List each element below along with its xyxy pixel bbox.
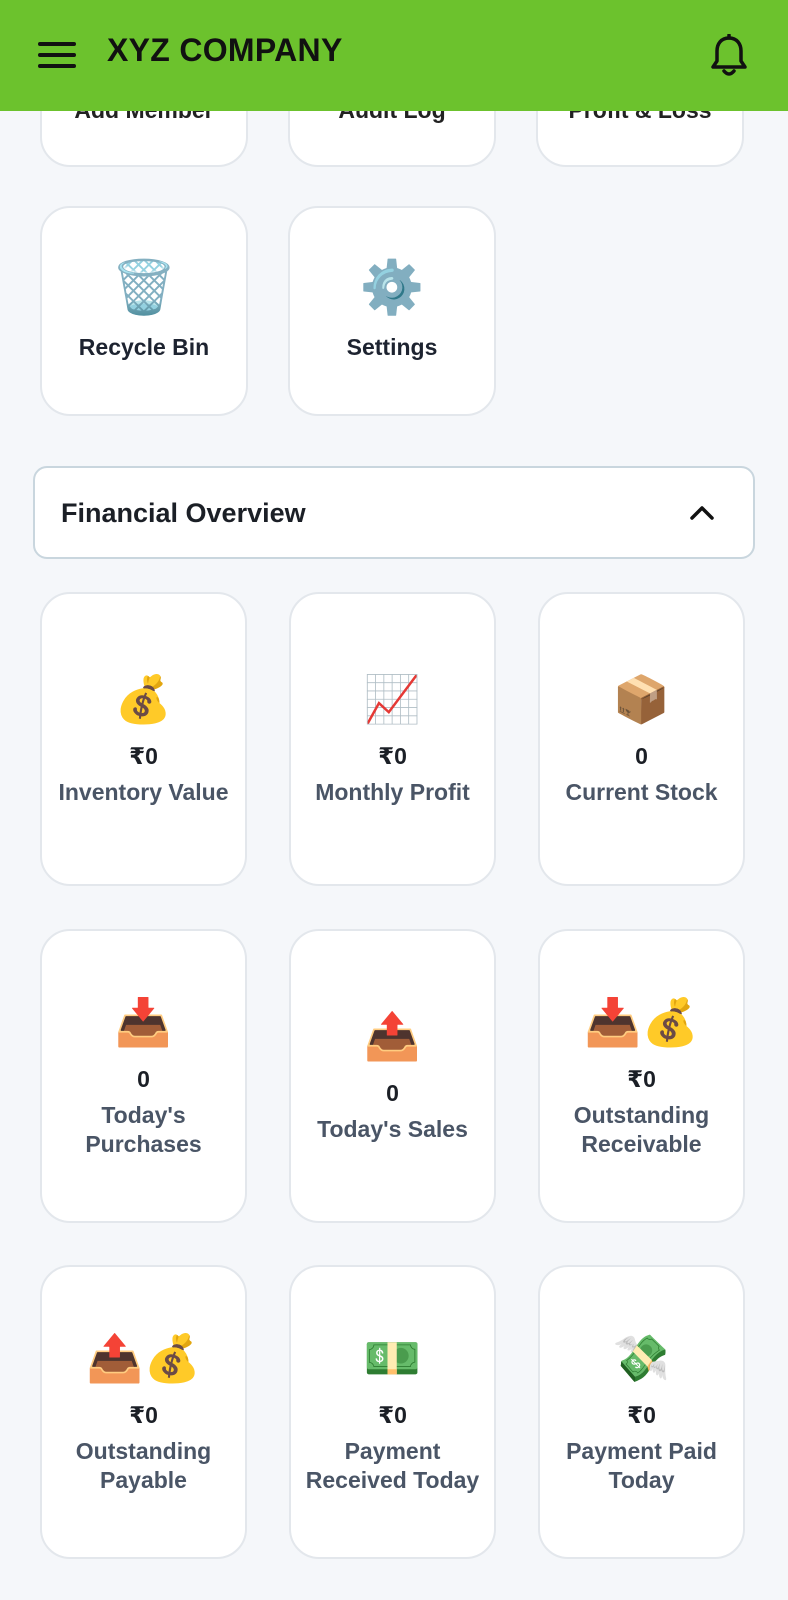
outstanding-payable-card[interactable]: 📤💰 ₹0 Outstanding Payable xyxy=(40,1265,247,1559)
outbox-money-icon: 📤💰 xyxy=(86,1331,201,1384)
stat-value: ₹0 xyxy=(378,1401,407,1428)
stat-label: Payment Received Today xyxy=(305,1437,480,1493)
stat-value: ₹0 xyxy=(627,1401,656,1428)
chart-increasing-icon: 📈 xyxy=(363,673,422,725)
inbox-tray-icon: 📥 xyxy=(114,995,173,1048)
stat-label: Monthly Profit xyxy=(315,779,470,805)
stat-label: Outstanding Receivable xyxy=(573,1101,710,1157)
stat-value: 0 xyxy=(137,1065,150,1092)
payment-paid-today-card[interactable]: 💸 ₹0 Payment Paid Today xyxy=(538,1265,745,1559)
trash-icon: 🗑️ xyxy=(111,257,177,318)
stat-value: ₹0 xyxy=(129,743,158,769)
outbox-tray-icon: 📤 xyxy=(363,1010,422,1062)
dollar-banknote-icon: 💵 xyxy=(363,1331,422,1384)
stat-value: 0 xyxy=(635,743,648,769)
stat-value: ₹0 xyxy=(378,743,407,769)
stat-label: Outstanding Payable xyxy=(75,1437,212,1493)
gear-icon: ⚙️ xyxy=(359,257,425,318)
stat-label: Today's Purchases xyxy=(85,1101,202,1157)
chevron-up-icon[interactable] xyxy=(687,498,717,528)
payment-received-today-card[interactable]: 💵 ₹0 Payment Received Today xyxy=(289,1265,496,1559)
stat-label: Inventory Value xyxy=(58,779,229,805)
app-bar: XYZ COMPANY xyxy=(0,0,788,111)
package-icon: 📦 xyxy=(612,673,671,725)
app-title: XYZ COMPANY xyxy=(107,32,343,68)
money-with-wings-icon: 💸 xyxy=(612,1331,671,1384)
financial-overview-header[interactable]: Financial Overview xyxy=(33,466,755,559)
monthly-profit-card[interactable]: 📈 ₹0 Monthly Profit xyxy=(289,592,496,886)
todays-purchases-card[interactable]: 📥 0 Today's Purchases xyxy=(40,929,247,1223)
money-bag-icon: 💰 xyxy=(114,673,173,725)
notification-bell-icon[interactable] xyxy=(709,34,749,78)
stat-value: ₹0 xyxy=(129,1401,158,1428)
recycle-bin-tile[interactable]: 🗑️ Recycle Bin xyxy=(40,206,248,416)
stat-label: Current Stock xyxy=(565,779,718,805)
settings-label: Settings xyxy=(346,333,438,360)
stat-value: 0 xyxy=(386,1080,399,1106)
stat-label: Today's Sales xyxy=(317,1116,468,1142)
stat-value: ₹0 xyxy=(627,1065,656,1092)
section-title: Financial Overview xyxy=(61,498,306,528)
inventory-value-card[interactable]: 💰 ₹0 Inventory Value xyxy=(40,592,247,886)
todays-sales-card[interactable]: 📤 0 Today's Sales xyxy=(289,929,496,1223)
settings-tile[interactable]: ⚙️ Settings xyxy=(288,206,496,416)
stat-label: Payment Paid Today xyxy=(566,1437,717,1493)
outstanding-receivable-card[interactable]: 📥💰 ₹0 Outstanding Receivable xyxy=(538,929,745,1223)
current-stock-card[interactable]: 📦 0 Current Stock xyxy=(538,592,745,886)
recycle-bin-label: Recycle Bin xyxy=(78,333,210,360)
hamburger-menu-icon[interactable] xyxy=(38,42,76,68)
inbox-money-icon: 📥💰 xyxy=(584,995,699,1048)
